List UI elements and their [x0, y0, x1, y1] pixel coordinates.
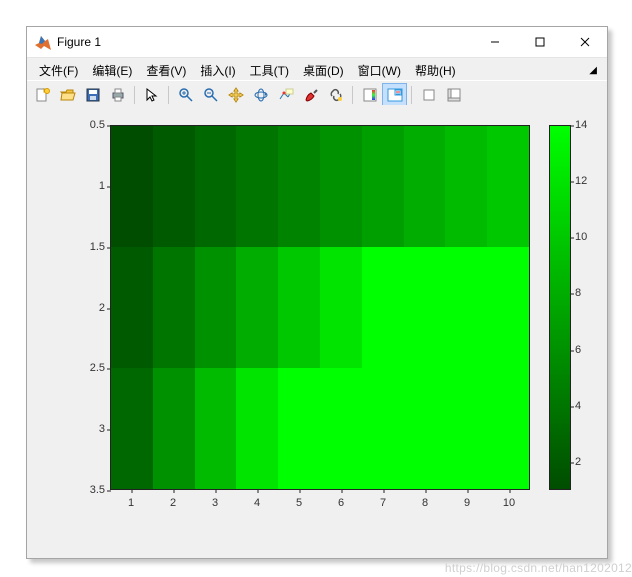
x-tick-label: 5	[296, 497, 302, 509]
toolbar-separator	[134, 86, 135, 104]
colorbar-tick-label: 14	[575, 119, 587, 131]
heatmap-cell	[445, 368, 487, 489]
toolbar-separator	[411, 86, 412, 104]
heatmap-cell	[111, 126, 153, 247]
pan-icon[interactable]	[223, 83, 248, 107]
menu-item-6[interactable]: 窗口(W)	[352, 60, 407, 81]
heatmap-cell	[195, 126, 237, 247]
heatmap-cell	[236, 247, 278, 368]
heatmap-cell	[195, 247, 237, 368]
heatmap-cell	[278, 126, 320, 247]
x-tick-label: 6	[338, 497, 344, 509]
x-tick-label: 1	[128, 497, 134, 509]
save-icon[interactable]	[80, 83, 105, 107]
title-bar: Figure 1	[27, 27, 607, 58]
y-tick-label: 2.5	[75, 362, 105, 374]
heatmap-cell	[111, 368, 153, 489]
colorbar-tick-label: 2	[575, 456, 581, 468]
y-tick-label: 3.5	[75, 484, 105, 496]
heatmap-cell	[278, 368, 320, 489]
heatmap-cell	[445, 126, 487, 247]
x-tick-label: 7	[380, 497, 386, 509]
colorbar-tick-label: 8	[575, 287, 581, 299]
y-tick-label: 0.5	[75, 119, 105, 131]
heatmap-cell	[362, 126, 404, 247]
menu-item-2[interactable]: 查看(V)	[140, 60, 192, 81]
heatmap-cell	[487, 368, 529, 489]
minimize-button[interactable]	[472, 28, 517, 57]
heatmap-cell	[111, 247, 153, 368]
link-icon[interactable]	[323, 83, 348, 107]
heatmap-cell	[445, 247, 487, 368]
menu-item-4[interactable]: 工具(T)	[244, 60, 295, 81]
legend-icon[interactable]	[382, 83, 407, 107]
menu-overflow-icon[interactable]: ◢	[585, 65, 601, 76]
heatmap-cell	[487, 126, 529, 247]
x-tick-label: 9	[464, 497, 470, 509]
colorbar-tick-label: 12	[575, 175, 587, 187]
colorbar[interactable]	[549, 125, 571, 490]
watermark-text: https://blog.csdn.net/han1202012	[445, 561, 632, 575]
zoom-in-icon[interactable]	[173, 83, 198, 107]
maximize-button[interactable]	[517, 28, 562, 57]
hide-plot-tools-icon[interactable]	[416, 83, 441, 107]
heatmap-cell	[404, 247, 446, 368]
heatmap-cell	[362, 368, 404, 489]
heatmap-cell	[362, 247, 404, 368]
menu-item-1[interactable]: 编辑(E)	[86, 60, 138, 81]
figure-window: Figure 1 文件(F)编辑(E)查看(V)插入(I)工具(T)桌面(D)窗…	[26, 26, 608, 559]
heatmap-cell	[236, 126, 278, 247]
colorbar-tick-label: 6	[575, 344, 581, 356]
brush-icon[interactable]	[298, 83, 323, 107]
heatmap-cell	[195, 368, 237, 489]
show-plot-tools-icon[interactable]	[441, 83, 466, 107]
matlab-icon	[35, 34, 51, 50]
y-tick-label: 3	[75, 423, 105, 435]
plot-area: 0.511.522.533.5 12345678910 2468101214	[27, 105, 607, 558]
x-tick-label: 10	[503, 497, 515, 509]
heatmap-cell	[320, 368, 362, 489]
menu-item-3[interactable]: 插入(I)	[194, 60, 241, 81]
pointer-icon[interactable]	[139, 83, 164, 107]
heatmap-cell	[153, 126, 195, 247]
heatmap-cell	[404, 368, 446, 489]
toolbar-separator	[168, 86, 169, 104]
x-tick-label: 3	[212, 497, 218, 509]
x-tick-label: 8	[422, 497, 428, 509]
print-icon[interactable]	[105, 83, 130, 107]
heatmap-cell	[236, 368, 278, 489]
new-figure-icon[interactable]	[30, 83, 55, 107]
rotate-3d-icon[interactable]	[248, 83, 273, 107]
menu-bar: 文件(F)编辑(E)查看(V)插入(I)工具(T)桌面(D)窗口(W)帮助(H)…	[27, 58, 607, 80]
colorbar-tick-label: 4	[575, 400, 581, 412]
x-tick-label: 4	[254, 497, 260, 509]
open-icon[interactable]	[55, 83, 80, 107]
heatmap-axes[interactable]	[110, 125, 530, 490]
heatmap-cell	[278, 247, 320, 368]
data-cursor-icon[interactable]	[273, 83, 298, 107]
colorbar-tick-label: 10	[575, 231, 587, 243]
menu-item-7[interactable]: 帮助(H)	[409, 60, 462, 81]
menu-item-0[interactable]: 文件(F)	[33, 60, 84, 81]
window-title: Figure 1	[57, 35, 472, 49]
heatmap-cell	[487, 247, 529, 368]
menu-item-5[interactable]: 桌面(D)	[297, 60, 350, 81]
y-tick-label: 1.5	[75, 241, 105, 253]
colorbar-icon[interactable]	[357, 83, 382, 107]
heatmap-cell	[320, 126, 362, 247]
heatmap-cell	[153, 368, 195, 489]
heatmap-cell	[320, 247, 362, 368]
zoom-out-icon[interactable]	[198, 83, 223, 107]
x-tick-label: 2	[170, 497, 176, 509]
toolbar-separator	[352, 86, 353, 104]
y-tick-label: 2	[75, 302, 105, 314]
heatmap-cell	[153, 247, 195, 368]
close-button[interactable]	[562, 28, 607, 57]
heatmap-cell	[404, 126, 446, 247]
y-tick-label: 1	[75, 180, 105, 192]
